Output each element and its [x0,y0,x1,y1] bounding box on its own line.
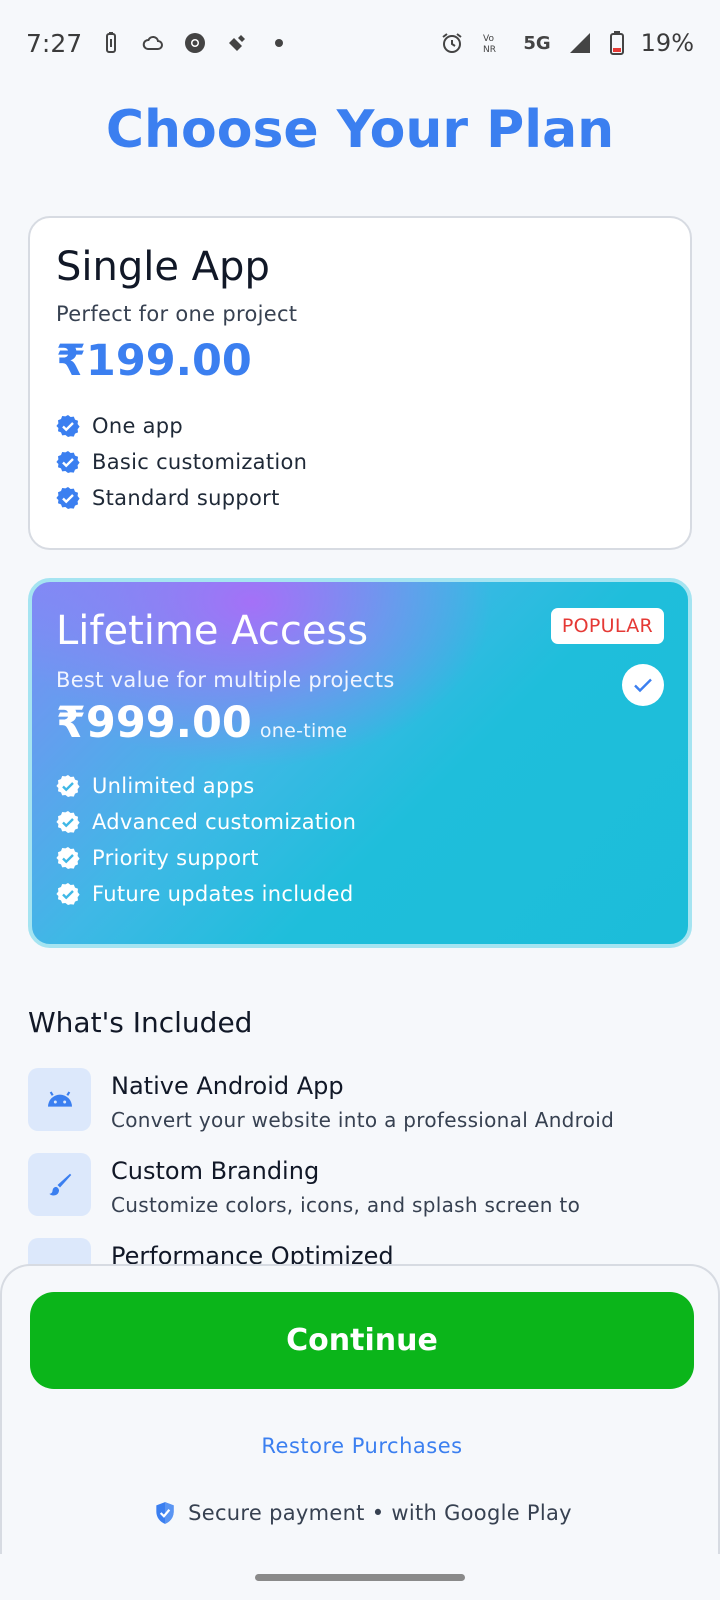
feature-label: One app [92,414,184,438]
feature-item: Unlimited apps [56,768,664,804]
plan-name: Single App [56,244,270,290]
satellite-icon [224,30,250,56]
included-list: Native Android App Convert your website … [28,1068,692,1268]
signal-icon [567,30,593,56]
included-item-text: Native Android App Convert your website … [111,1068,614,1132]
feature-label: Future updates included [92,882,354,906]
feature-item: Priority support [56,840,664,876]
feature-item: Basic customization [56,444,664,480]
feature-item: Standard support [56,480,664,516]
feature-label: Advanced customization [92,810,357,834]
bottom-action-sheet: Continue Restore Purchases Secure paymen… [0,1264,720,1554]
verified-check-icon [56,847,80,869]
svg-text:Vo: Vo [483,34,494,44]
verified-check-icon [56,811,80,833]
plan-price: ₹999.00 [56,698,252,748]
included-item: Native Android App Convert your website … [28,1068,692,1153]
svg-text:NR: NR [483,45,496,55]
secure-payment-text: Secure payment • with Google Play [188,1501,572,1525]
plan-subtitle: Perfect for one project [56,302,298,326]
status-time: 7:27 [26,28,83,58]
network-5g-label: 5G [523,32,551,54]
chrome-icon [182,30,208,56]
dot-icon [266,30,292,56]
secure-payment-note: Secure payment • with Google Play [2,1500,720,1526]
feature-label: Unlimited apps [92,774,255,798]
included-item-description: Convert your website into a professional… [111,1108,615,1132]
verified-check-icon [56,487,80,509]
verified-check-icon [56,775,80,797]
feature-item: Future updates included [56,876,664,912]
feature-label: Standard support [92,486,280,510]
price-row: ₹999.00 one-time [56,698,664,748]
brush-icon [28,1153,91,1216]
page-title: Choose Your Plan [105,100,615,160]
section-title-whats-included: What's Included [28,1006,253,1039]
verified-check-icon [56,415,80,437]
plan-card-single-app[interactable]: Single App Perfect for one project ₹199.… [28,216,692,550]
selected-check-icon [622,664,664,706]
plan-subtitle: Best value for multiple projects [56,668,395,692]
feature-item: One app [56,408,664,444]
plan-price: ₹199.00 [56,336,252,386]
feature-label: Basic customization [92,450,308,474]
vonr-icon: Vo NR [481,30,507,56]
battery-percent: 19% [640,29,694,57]
status-left: 7:27 [26,29,292,58]
alarm-icon [439,30,465,56]
verified-check-icon [56,883,80,905]
shield-icon [156,1502,174,1524]
included-item-text: Custom Branding Customize colors, icons,… [111,1153,580,1217]
feature-label: Priority support [92,846,259,870]
continue-button[interactable]: Continue [30,1292,694,1389]
included-item-title: Native Android App [111,1072,344,1100]
cloud-icon [140,30,166,56]
restore-purchases-link[interactable]: Restore Purchases [2,1434,720,1458]
battery-saver-icon [98,30,124,56]
verified-check-icon [56,451,80,473]
included-item-title: Custom Branding [111,1157,320,1185]
battery-icon [609,30,625,56]
status-right: Vo NR 5G 19% [439,29,694,57]
included-item-description: Customize colors, icons, and splash scre… [111,1193,581,1217]
plan-card-lifetime-access[interactable]: Lifetime Access Best value for multiple … [28,578,692,948]
feature-list: One app Basic customization Standard sup… [56,408,664,516]
price-suffix: one-time [259,720,348,742]
status-bar: 7:27 Vo NR 5G 19% [0,0,720,86]
home-gesture-handle[interactable] [255,1574,465,1581]
android-icon [28,1068,91,1131]
feature-list: Unlimited apps Advanced customization Pr… [56,768,664,912]
feature-item: Advanced customization [56,804,664,840]
popular-badge: POPULAR [550,608,664,644]
included-item: Custom Branding Customize colors, icons,… [28,1153,692,1238]
